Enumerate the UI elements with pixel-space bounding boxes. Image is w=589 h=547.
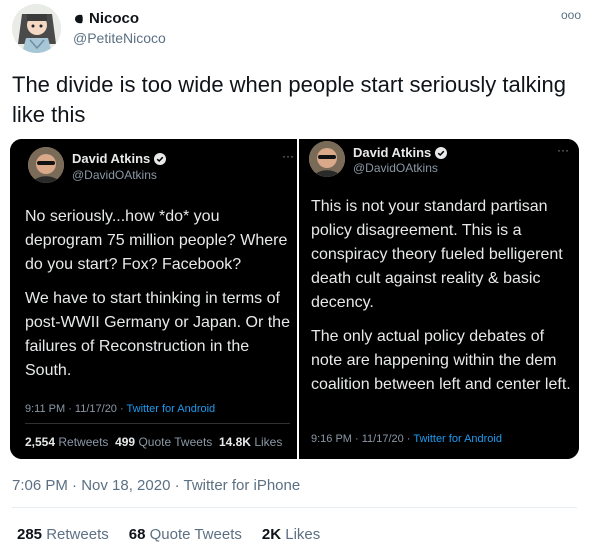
likes-label: Likes: [254, 435, 283, 449]
quoted-tweet-stats: 2,554 Retweets 499 Quote Tweets 14.8K Li…: [25, 435, 282, 449]
quoted-tweet-meta: 9:16 PM · 11/17/20 · Twitter for Android: [311, 433, 502, 445]
quoted-author-handle: @DavidOAtkins: [353, 161, 438, 175]
quotes-count: 68: [128, 526, 146, 543]
quotes-label: Quote Tweets: [138, 435, 213, 449]
likes-stat[interactable]: 2K Likes: [262, 526, 320, 543]
author-avatar[interactable]: [12, 4, 61, 53]
tweet-stats: 285 Retweets 68 Quote Tweets 2K Likes: [17, 526, 320, 543]
author-handle[interactable]: @PetiteNicoco: [73, 30, 166, 46]
quoted-author-avatar: [28, 147, 64, 183]
quoted-author-name-row: David Atkins: [353, 145, 448, 160]
retweets-count: 2,554: [25, 435, 56, 449]
quotes-label: Quote Tweets: [149, 526, 242, 543]
tweet-timestamp[interactable]: 7:06 PM · Nov 18, 2020 · Twitter for iPh…: [12, 477, 300, 494]
person-photo-icon: [28, 147, 64, 183]
retweets-count: 285: [17, 526, 43, 543]
more-icon: ···: [557, 143, 569, 157]
quotes-count: 499: [115, 435, 136, 449]
cartoon-avatar-icon: [12, 4, 61, 53]
person-photo-icon: [309, 141, 345, 177]
quoted-tweet-meta: 9:11 PM · 11/17/20 · Twitter for Android: [25, 403, 215, 415]
quoted-tweet-screenshot-2[interactable]: David Atkins @DavidOAtkins ··· This is n…: [299, 139, 579, 459]
quoted-author-name: David Atkins: [353, 145, 432, 160]
tweet-text: The divide is too wide when people start…: [12, 72, 566, 127]
quoted-paragraph: No seriously...how *do* you deprogram 75…: [25, 208, 288, 273]
quoted-author-name: David Atkins: [72, 151, 151, 166]
quoted-source: Twitter for Android: [126, 403, 216, 415]
likes-label: Likes: [285, 526, 321, 543]
profile-badge-icon: [75, 14, 83, 23]
divider: [25, 423, 290, 424]
quoted-tweet-body: No seriously...how *do* you deprogram 75…: [25, 205, 295, 393]
quoted-paragraph: The only actual policy debates of note a…: [311, 328, 571, 393]
quoted-source: Twitter for Android: [413, 433, 502, 445]
author-name[interactable]: Nicoco: [89, 10, 139, 27]
quotes-stat[interactable]: 68 Quote Tweets: [129, 526, 242, 543]
author-name-row[interactable]: Nicoco: [73, 10, 139, 27]
retweets-stat[interactable]: 285 Retweets: [17, 526, 109, 543]
likes-count: 2K: [261, 526, 282, 543]
verified-badge-icon: [154, 152, 167, 165]
likes-count: 14.8K: [218, 435, 251, 449]
quoted-author-handle: @DavidOAtkins: [72, 168, 157, 182]
divider: [12, 507, 577, 508]
quoted-tweet-screenshot-1[interactable]: David Atkins @DavidOAtkins ··· No seriou…: [10, 139, 299, 459]
tweet-media[interactable]: David Atkins @DavidOAtkins ··· No seriou…: [10, 139, 579, 459]
quoted-time: 9:16 PM · 11/17/20 ·: [311, 433, 414, 445]
more-options-icon[interactable]: ooo: [561, 8, 581, 22]
quoted-paragraph: This is not your standard partisan polic…: [311, 198, 563, 311]
quoted-tweet-body: This is not your standard partisan polic…: [311, 195, 575, 407]
quoted-time: 9:11 PM · 11/17/20 ·: [25, 403, 127, 415]
retweets-label: Retweets: [58, 435, 109, 449]
quoted-paragraph: We have to start thinking in terms of po…: [25, 290, 290, 379]
retweets-label: Retweets: [46, 526, 109, 543]
quoted-author-name-row: David Atkins: [72, 151, 167, 166]
more-icon: ···: [282, 149, 294, 163]
quoted-author-avatar: [309, 141, 345, 177]
verified-badge-icon: [435, 146, 448, 159]
